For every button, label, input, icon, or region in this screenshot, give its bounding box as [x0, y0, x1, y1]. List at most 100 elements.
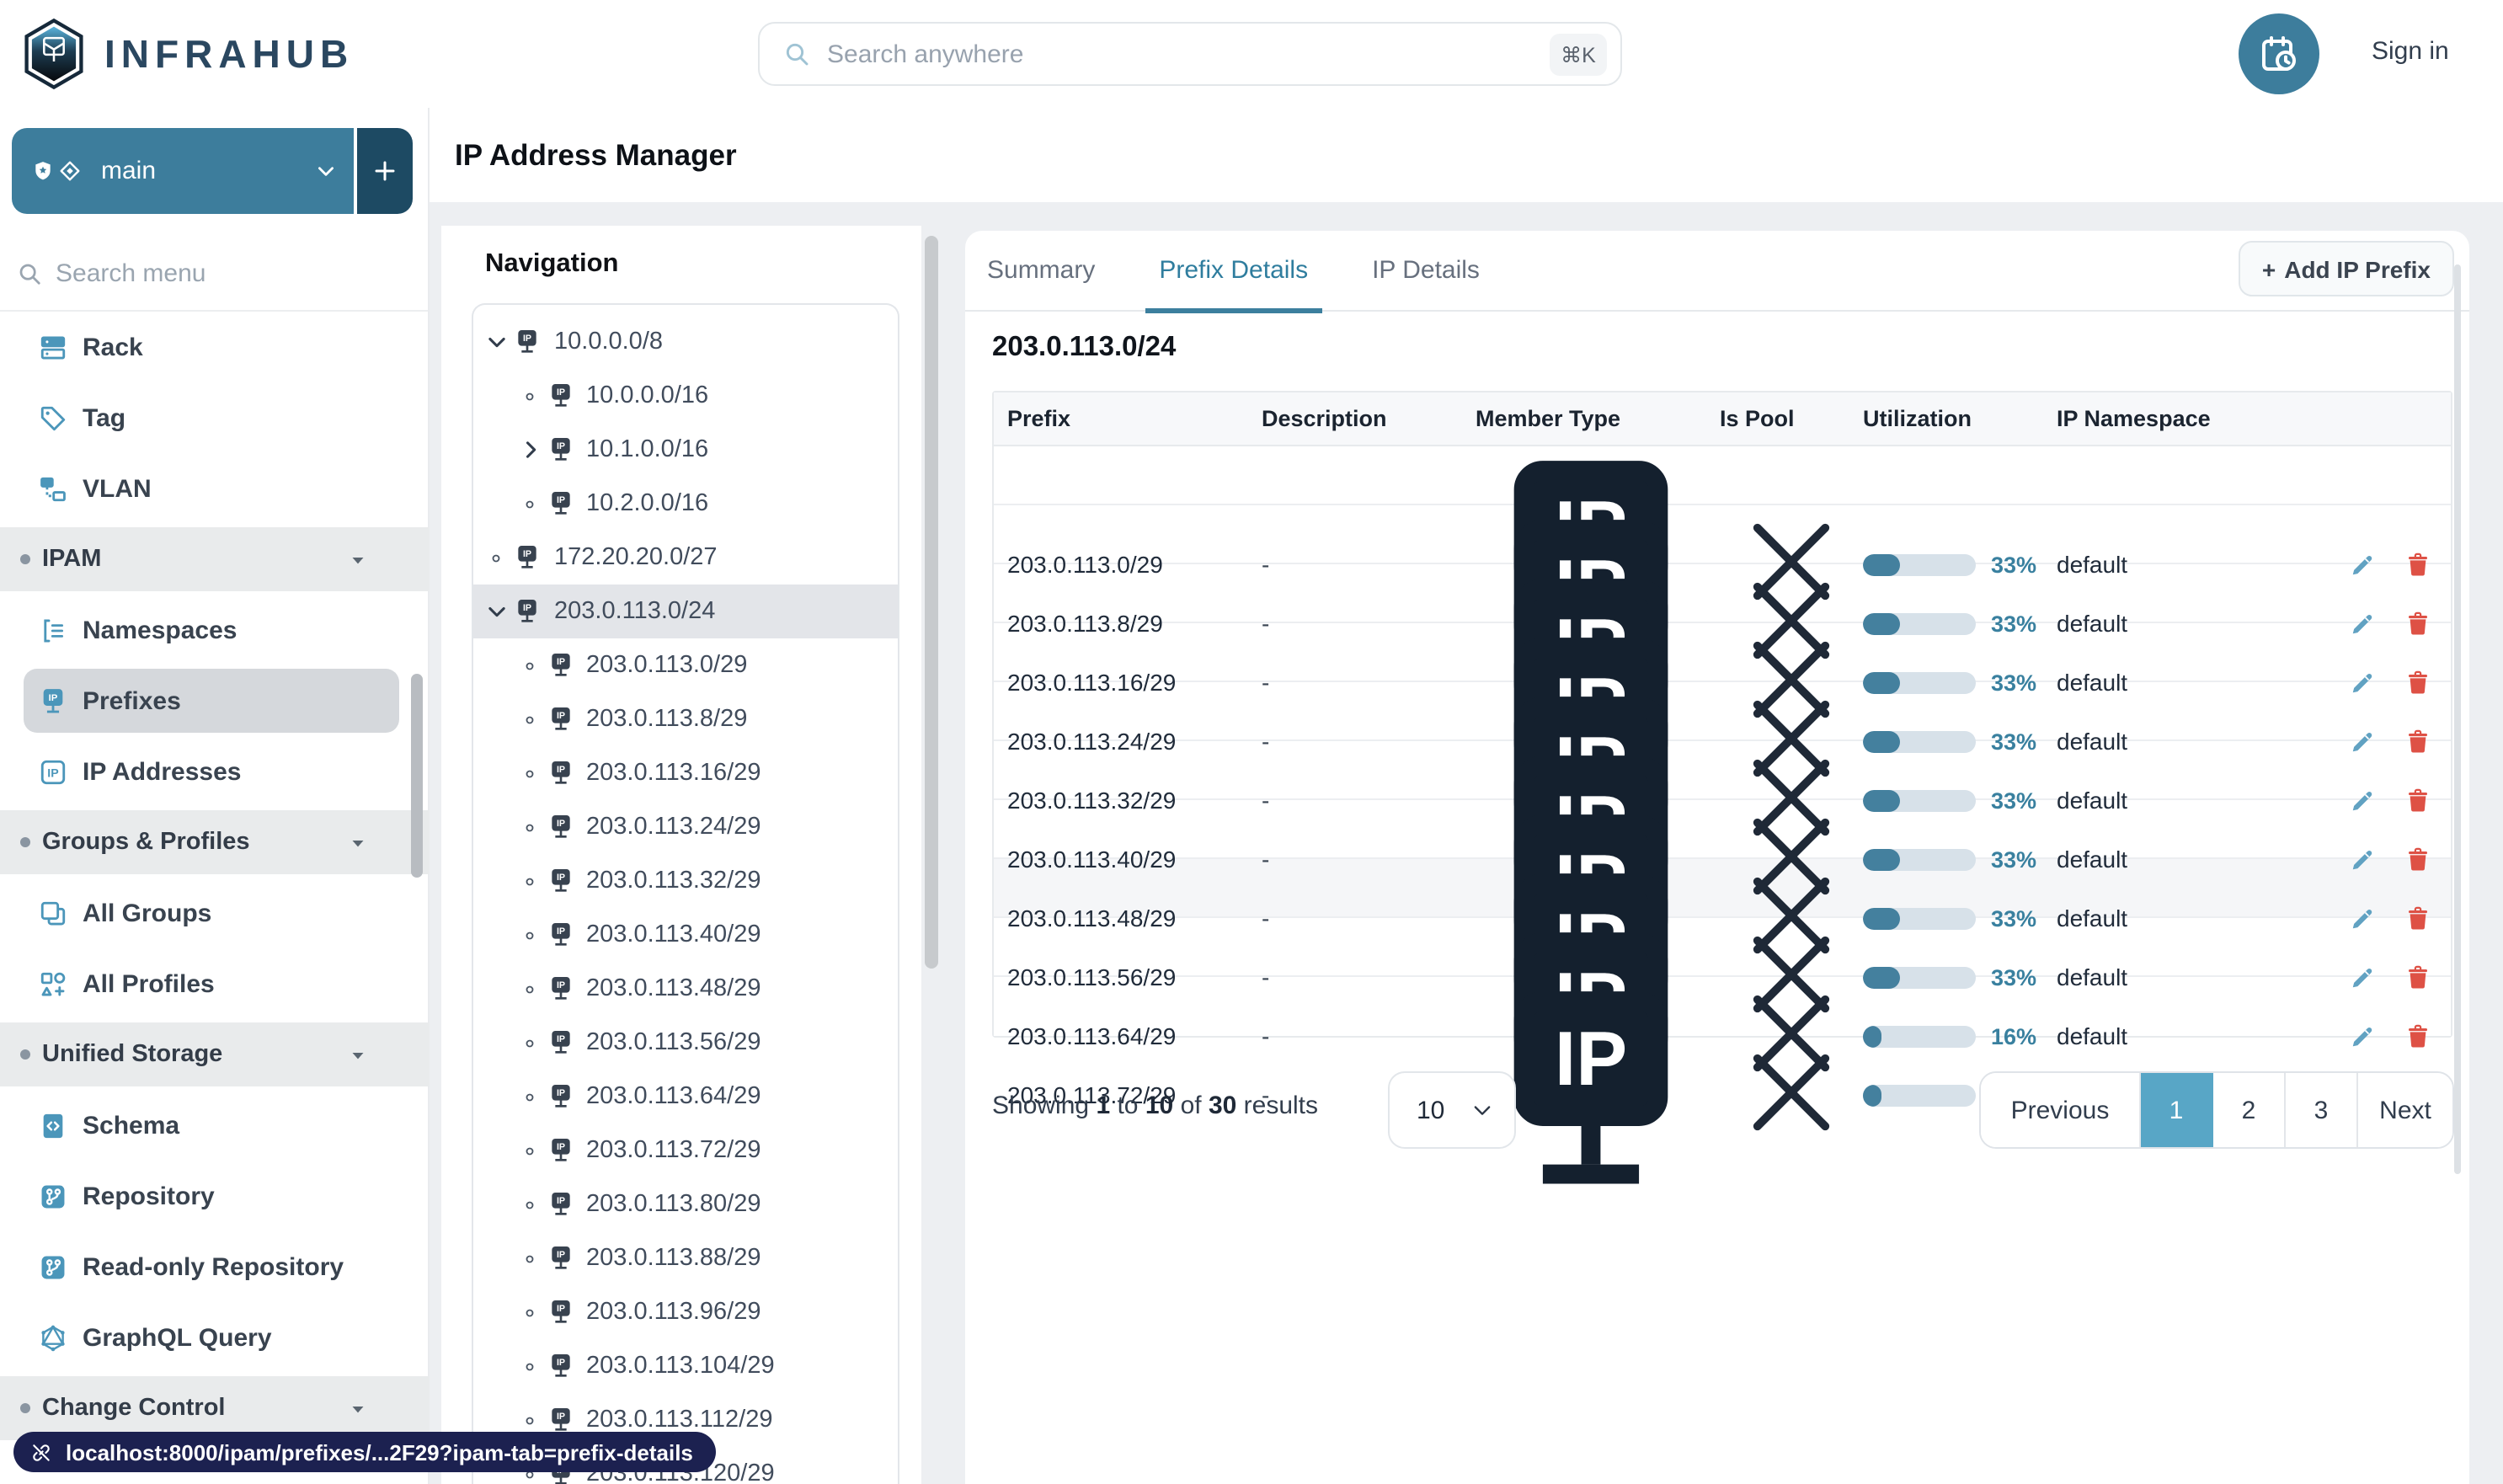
cell-prefix: 203.0.113.8/29: [1007, 610, 1163, 637]
svg-text:IP: IP: [49, 692, 58, 702]
sidebar-item-read-only-repository[interactable]: Read-only Repository: [0, 1231, 430, 1302]
delete-button[interactable]: [2405, 905, 2431, 931]
sidebar-item-all-profiles[interactable]: All Profiles: [0, 948, 430, 1019]
tree-item-203-0-113-96-29[interactable]: IP 203.0.113.96/29: [473, 1285, 898, 1339]
delete-button[interactable]: [2405, 1023, 2431, 1049]
delete-button[interactable]: [2405, 846, 2431, 872]
delete-button[interactable]: [2405, 964, 2431, 990]
edit-button[interactable]: [2350, 846, 2375, 872]
tree-item-203-0-113-48-29[interactable]: IP 203.0.113.48/29: [473, 962, 898, 1016]
infrahub-logo[interactable]: INFRAHUB: [24, 15, 354, 93]
tree-item-172-20-20-0-27[interactable]: IP 172.20.20.0/27: [473, 531, 898, 585]
page-size-select[interactable]: 10: [1388, 1071, 1516, 1149]
sidebar-item-all-groups[interactable]: All Groups: [0, 878, 430, 948]
edit-button[interactable]: [2350, 787, 2375, 813]
sidebar-section-change-control[interactable]: Change Control: [0, 1376, 430, 1440]
edit-button[interactable]: [2350, 1023, 2375, 1049]
tree-item-203-0-113-88-29[interactable]: IP 203.0.113.88/29: [473, 1231, 898, 1285]
section-bullet: [20, 1049, 30, 1060]
edit-button[interactable]: [2350, 905, 2375, 931]
cell-prefix: 203.0.113.40/29: [1007, 846, 1177, 873]
tree-item-10-2-0-0-16[interactable]: IP 10.2.0.0/16: [473, 477, 898, 531]
menu-search[interactable]: [0, 249, 428, 296]
tab-prefix-details[interactable]: Prefix Details: [1145, 230, 1322, 312]
navigation-title: Navigation: [485, 249, 619, 278]
svg-text:IP: IP: [557, 1088, 565, 1098]
cell-utilization: 16%: [1849, 1023, 2043, 1049]
tab-ip-details[interactable]: IP Details: [1358, 230, 1493, 311]
tree-item-203-0-113-40-29[interactable]: IP 203.0.113.40/29: [473, 908, 898, 962]
sidebar-item-vlan[interactable]: VLAN: [0, 453, 430, 524]
tree-item-203-0-113-104-29[interactable]: IP 203.0.113.104/29: [473, 1339, 898, 1393]
tree-item-203-0-113-0-24[interactable]: IP 203.0.113.0/24: [473, 585, 898, 638]
sidebar-section-groups-profiles[interactable]: Groups & Profiles: [0, 810, 430, 874]
page-button-1[interactable]: 1: [2141, 1073, 2213, 1147]
card-scrollbar-track[interactable]: [2454, 264, 2461, 1174]
edit-button[interactable]: [2350, 552, 2375, 577]
delete-button[interactable]: [2405, 611, 2431, 636]
utilization-bar: [1863, 966, 1976, 988]
branch-selector-button[interactable]: main: [12, 128, 354, 214]
delete-button[interactable]: [2405, 552, 2431, 577]
sidebar-item-schema[interactable]: Schema: [0, 1090, 430, 1161]
menu-search-input[interactable]: [56, 259, 428, 287]
tree-item-10-1-0-0-16[interactable]: IP 10.1.0.0/16: [473, 423, 898, 477]
page-button-3[interactable]: 3: [2286, 1073, 2358, 1147]
chevron-down-icon[interactable]: [485, 330, 509, 354]
svg-text:IP: IP: [557, 1142, 565, 1152]
tree-item-label: 203.0.113.16/29: [586, 760, 761, 787]
cell-ip-namespace: default: [2057, 1022, 2128, 1049]
edit-button[interactable]: [2350, 729, 2375, 754]
sidebar-item-tag[interactable]: Tag: [0, 382, 430, 453]
global-search[interactable]: ⌘K: [758, 22, 1622, 86]
sidebar-section-unified-storage[interactable]: Unified Storage: [0, 1022, 430, 1086]
sidebar-scrollbar-thumb[interactable]: [411, 674, 423, 878]
delete-button[interactable]: [2405, 787, 2431, 813]
chevron-down-icon[interactable]: [485, 600, 509, 623]
time-travel-button[interactable]: [2239, 13, 2319, 94]
sidebar-item-rack[interactable]: Rack: [0, 312, 430, 382]
tree-item-203-0-113-56-29[interactable]: IP 203.0.113.56/29: [473, 1016, 898, 1070]
sidebar-section-label: Groups & Profiles: [42, 829, 250, 856]
svg-text:IP: IP: [523, 603, 531, 613]
global-search-input[interactable]: [827, 40, 1550, 68]
delete-button[interactable]: [2405, 670, 2431, 695]
delete-button[interactable]: [2405, 729, 2431, 754]
svg-text:IP: IP: [557, 873, 565, 883]
page-button-2[interactable]: 2: [2213, 1073, 2286, 1147]
cell-utilization: 33%: [1849, 729, 2043, 754]
add-branch-button[interactable]: [357, 128, 413, 214]
tree-item-203-0-113-72-29[interactable]: IP 203.0.113.72/29: [473, 1124, 898, 1177]
tree-item-label: 10.2.0.0/16: [586, 490, 709, 517]
sidebar-item-namespaces[interactable]: Namespaces: [0, 595, 430, 665]
rack-icon: [39, 333, 67, 361]
tree-item-203-0-113-8-29[interactable]: IP 203.0.113.8/29: [473, 692, 898, 746]
tree-item-203-0-113-80-29[interactable]: IP 203.0.113.80/29: [473, 1177, 898, 1231]
cell-ip-namespace: default: [2057, 551, 2128, 578]
tree-item-203-0-113-64-29[interactable]: IP 203.0.113.64/29: [473, 1070, 898, 1124]
cell-description: -: [1262, 787, 1270, 814]
navigation-scrollbar-thumb[interactable]: [925, 236, 938, 969]
table-row-203-0-113-0-29[interactable]: 203.0.113.0/29-IP33%default: [994, 446, 2451, 654]
sidebar-item-prefixes[interactable]: IP Prefixes: [0, 665, 430, 736]
sidebar-item-repository[interactable]: Repository: [0, 1161, 430, 1231]
page-button-previous[interactable]: Previous: [1981, 1073, 2141, 1147]
add-ip-prefix-button[interactable]: + Add IP Prefix: [2238, 241, 2454, 296]
sidebar-section-ipam[interactable]: IPAM: [0, 527, 430, 591]
tree-item-10-0-0-0-8[interactable]: IP 10.0.0.0/8: [473, 315, 898, 369]
page-button-next[interactable]: Next: [2358, 1073, 2452, 1147]
tree-item-203-0-113-24-29[interactable]: IP 203.0.113.24/29: [473, 800, 898, 854]
sidebar-item-graphql-query[interactable]: GraphQL Query: [0, 1302, 430, 1373]
sign-in-link[interactable]: Sign in: [2372, 37, 2449, 66]
tree-item-10-0-0-0-16[interactable]: IP 10.0.0.0/16: [473, 369, 898, 423]
edit-button[interactable]: [2350, 611, 2375, 636]
edit-button[interactable]: [2350, 670, 2375, 695]
edit-button[interactable]: [2350, 964, 2375, 990]
chevron-right-icon[interactable]: [519, 438, 542, 462]
chevron-down-icon: [318, 167, 334, 176]
tree-item-203-0-113-16-29[interactable]: IP 203.0.113.16/29: [473, 746, 898, 800]
sidebar-item-ip-addresses[interactable]: IP IP Addresses: [0, 736, 430, 807]
tree-item-203-0-113-32-29[interactable]: IP 203.0.113.32/29: [473, 854, 898, 908]
tree-item-203-0-113-0-29[interactable]: IP 203.0.113.0/29: [473, 638, 898, 692]
tab-summary[interactable]: Summary: [974, 230, 1108, 311]
